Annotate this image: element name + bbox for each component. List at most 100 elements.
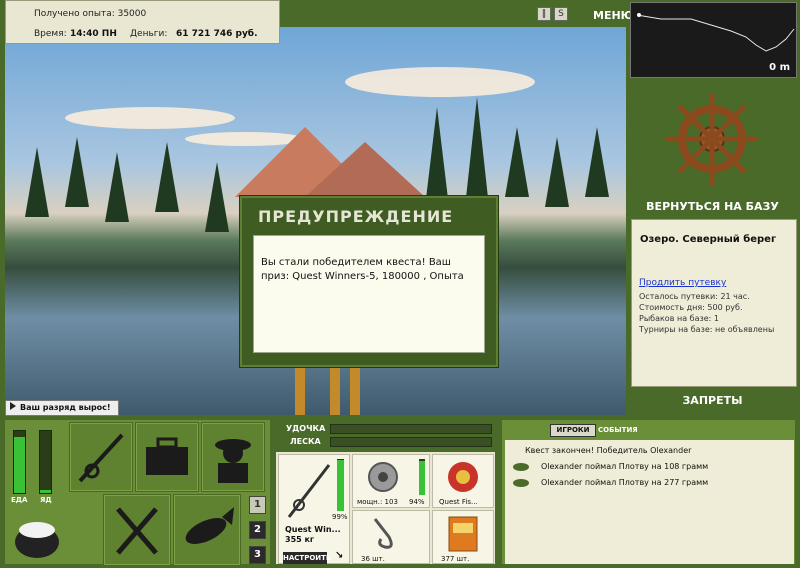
arrow-right-icon bbox=[10, 402, 16, 410]
tree bbox=[425, 107, 449, 207]
tree bbox=[155, 142, 179, 212]
food-bar bbox=[13, 430, 26, 494]
warning-dialog[interactable]: ПРЕДУПРЕЖДЕНИЕ Вы стали победителем квес… bbox=[239, 195, 499, 368]
fish-icon bbox=[513, 463, 529, 471]
chat-messages: Квест закончен! Победитель Olexander Ole… bbox=[505, 440, 794, 564]
page-button-2[interactable]: 2 bbox=[249, 521, 266, 539]
poison-bar-fill bbox=[40, 489, 51, 493]
time-label: Время: bbox=[34, 29, 67, 39]
tackle-grid: 99% Quest Win... 355 кг НАСТРОИТЬ ↘ мощн… bbox=[276, 452, 495, 564]
dialog-body: Вы стали победителем квеста! Ваш приз: Q… bbox=[253, 235, 485, 353]
reel-percent: 94% bbox=[409, 498, 425, 506]
food-slot[interactable] bbox=[103, 494, 171, 566]
return-label: ВЕРНУТЬСЯ НА БАЗУ bbox=[646, 200, 779, 213]
rod-label: УДОЧКА bbox=[286, 424, 326, 433]
bans-button[interactable]: ЗАПРЕТЫ bbox=[630, 392, 795, 410]
tree bbox=[545, 137, 569, 207]
menu-label: МЕНЮ bbox=[593, 9, 634, 22]
money-label: Деньги: bbox=[130, 29, 168, 39]
bans-label: ЗАПРЕТЫ bbox=[682, 394, 743, 407]
tree bbox=[505, 127, 529, 197]
reel-power: мощн.: 103 bbox=[357, 498, 398, 506]
cloud bbox=[65, 107, 235, 129]
money-value: 61 721 746 руб. bbox=[176, 29, 258, 39]
fish-keepnet-slot[interactable] bbox=[173, 494, 241, 566]
depth-map: 0 m bbox=[630, 2, 797, 78]
poison-label: ЯД bbox=[40, 496, 52, 504]
location-info-line: Рыбаков на базе: 1 bbox=[639, 314, 719, 323]
fish-icon bbox=[513, 479, 529, 487]
line-tension-bar bbox=[330, 437, 492, 447]
setup-button[interactable]: НАСТРОИТЬ bbox=[283, 552, 331, 564]
rod-cell[interactable]: 99% Quest Win... 355 кг НАСТРОИТЬ ↘ bbox=[278, 454, 350, 564]
reel-cell[interactable]: мощн.: 103 94% bbox=[352, 454, 430, 508]
rods-slot[interactable] bbox=[69, 422, 133, 492]
fish-icon bbox=[185, 507, 234, 544]
fishing-line-spool-icon bbox=[448, 462, 478, 492]
location-title: Озеро. Северный берег bbox=[640, 234, 777, 245]
rod-name: Quest Win... bbox=[285, 525, 341, 534]
player-info-box: Получено опыта: 35000 Время: 14:40 ПН Де… bbox=[5, 0, 280, 44]
rod-percent: 99% bbox=[332, 513, 348, 521]
cutlery-icon bbox=[116, 507, 158, 555]
chat-message: Olexander поймал Плотву на 108 грамм bbox=[541, 462, 709, 471]
bait-pack-icon bbox=[448, 516, 478, 552]
tab-players[interactable]: ИГРОКИ bbox=[550, 424, 596, 437]
line-name: Quest Fis... bbox=[439, 498, 478, 506]
inventory-panel: ЕДА ЯД 1 2 3 bbox=[5, 420, 270, 566]
extend-license-link[interactable]: Продлить путевку bbox=[639, 278, 726, 288]
cauldron-icon[interactable] bbox=[10, 510, 64, 562]
reel-icon bbox=[368, 462, 398, 492]
page-button-1[interactable]: 1 bbox=[249, 496, 266, 514]
location-panel: Озеро. Северный берег Продлить путевку О… bbox=[631, 219, 797, 387]
experience-text: Получено опыта: 35000 bbox=[34, 9, 147, 19]
sound-icon[interactable]: S bbox=[554, 7, 568, 21]
return-to-base-button[interactable]: ВЕРНУТЬСЯ НА БАЗУ bbox=[630, 198, 795, 216]
food-label: ЕДА bbox=[11, 496, 28, 504]
tackle-box-slot[interactable] bbox=[135, 422, 199, 492]
tackle-status: УДОЧКА ЛЕСКА bbox=[276, 420, 495, 450]
rod-stand[interactable] bbox=[295, 367, 305, 415]
tree bbox=[205, 162, 229, 232]
rod-condition-bar bbox=[337, 459, 344, 511]
hook-icon bbox=[373, 518, 393, 549]
poison-bar bbox=[39, 430, 52, 494]
fishing-rod-icon bbox=[78, 433, 124, 483]
line-cell[interactable]: Quest Fis... bbox=[432, 454, 494, 508]
hook-cell[interactable]: 36 шт. bbox=[352, 510, 430, 564]
location-info-line: Турниры на базе: не объявлены bbox=[639, 325, 775, 334]
location-info-line: Осталось путевки: 21 час. bbox=[639, 292, 750, 301]
chat-message: Olexander поймал Плотву на 277 грамм bbox=[541, 478, 709, 487]
reel-condition-bar bbox=[419, 459, 425, 495]
rod-stand[interactable] bbox=[330, 367, 340, 415]
mountain bbox=[305, 142, 425, 197]
resize-arrow-icon[interactable]: ↘ bbox=[335, 550, 343, 561]
pause-icon[interactable]: ‖ bbox=[537, 7, 551, 21]
hook-count: 36 шт. bbox=[361, 555, 385, 563]
rod-tension-bar bbox=[330, 424, 492, 434]
menu-button[interactable]: МЕНЮ bbox=[593, 3, 634, 23]
chat-message: Квест закончен! Победитель Olexander bbox=[525, 446, 692, 455]
fisherman-slot[interactable] bbox=[201, 422, 265, 492]
tree bbox=[25, 147, 49, 217]
rod-weight: 355 кг bbox=[285, 535, 315, 544]
rank-up-badge: Ваш разряд вырос! bbox=[5, 400, 119, 416]
depth-readout: 0 m bbox=[769, 62, 790, 73]
dialog-message: Вы стали победителем квеста! Ваш приз: Q… bbox=[261, 257, 464, 282]
rod-stand[interactable] bbox=[350, 367, 360, 415]
tree bbox=[65, 137, 89, 207]
tree bbox=[585, 127, 609, 197]
tab-events[interactable]: СОБЫТИЯ bbox=[598, 426, 638, 434]
line-label: ЛЕСКА bbox=[290, 437, 321, 446]
location-info-line: Стоимость дня: 500 руб. bbox=[639, 303, 743, 312]
bait-count: 377 шт. bbox=[441, 555, 470, 563]
page-button-3[interactable]: 3 bbox=[249, 546, 266, 564]
rod-icon bbox=[287, 464, 331, 518]
bait-cell[interactable]: 377 шт. bbox=[432, 510, 494, 564]
fisherman-icon bbox=[215, 439, 251, 483]
ship-wheel-icon[interactable] bbox=[630, 84, 795, 194]
tree bbox=[105, 152, 129, 222]
rank-text: Ваш разряд вырос! bbox=[20, 403, 111, 412]
cloud bbox=[345, 67, 535, 97]
food-bar-fill bbox=[14, 437, 25, 493]
